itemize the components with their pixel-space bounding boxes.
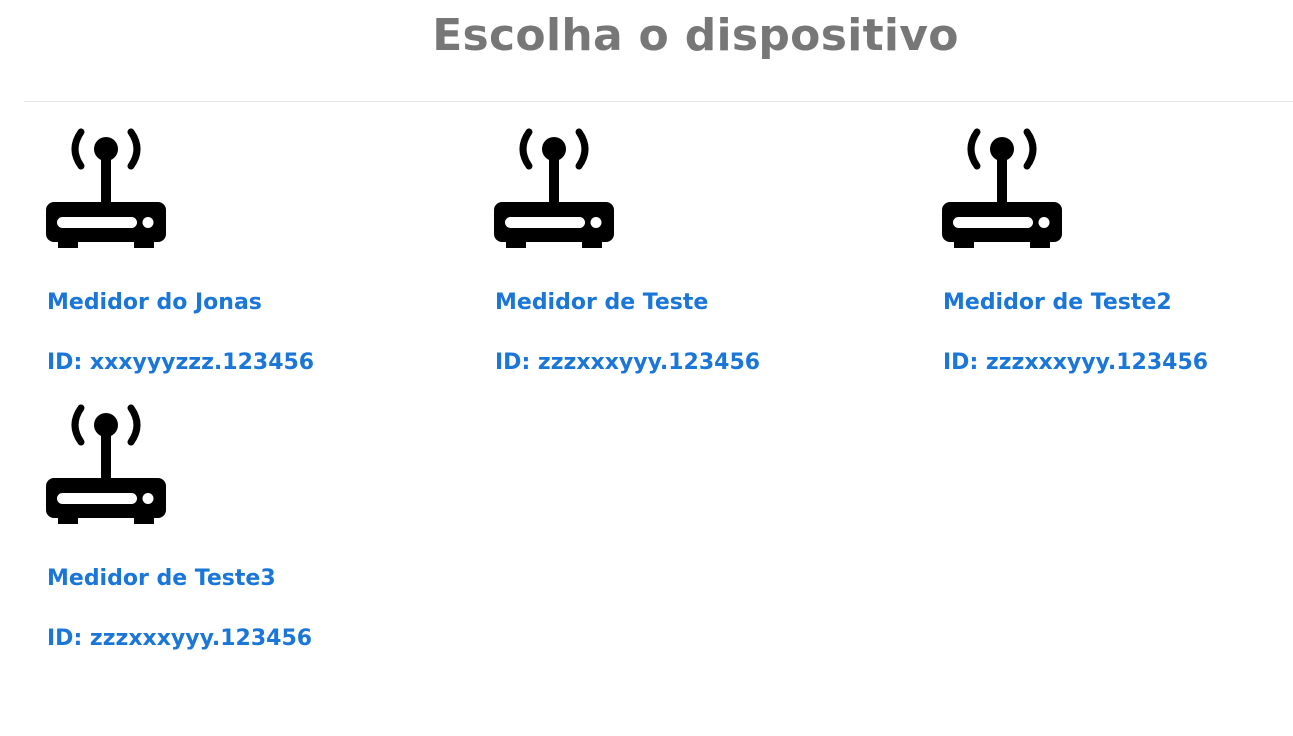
device-card[interactable]: Medidor de Teste2 ID: zzzxxxyyy.123456: [942, 124, 1293, 400]
device-card[interactable]: Medidor do Jonas ID: xxxyyyzzz.123456: [46, 124, 466, 400]
router-icon[interactable]: [494, 124, 614, 248]
device-name-link[interactable]: Medidor de Teste2: [943, 288, 1172, 318]
title-divider: [24, 101, 1293, 102]
device-name-link[interactable]: Medidor de Teste3: [47, 564, 276, 594]
device-id-link[interactable]: ID: zzzxxxyyy.123456: [47, 624, 312, 654]
device-name-link[interactable]: Medidor de Teste: [495, 288, 708, 318]
device-name-link[interactable]: Medidor do Jonas: [47, 288, 262, 318]
router-icon[interactable]: [942, 124, 1062, 248]
device-id-link[interactable]: ID: zzzxxxyyy.123456: [943, 348, 1208, 378]
router-icon[interactable]: [46, 400, 166, 524]
device-id-link[interactable]: ID: zzzxxxyyy.123456: [495, 348, 760, 378]
device-selection-page: Escolha o dispositivo Medidor do Jonas I…: [0, 0, 1293, 736]
device-card[interactable]: Medidor de Teste ID: zzzxxxyyy.123456: [494, 124, 914, 400]
router-icon[interactable]: [46, 124, 166, 248]
page-title: Escolha o dispositivo: [432, 10, 959, 61]
device-id-link[interactable]: ID: xxxyyyzzz.123456: [47, 348, 314, 378]
device-card[interactable]: Medidor de Teste3 ID: zzzxxxyyy.123456: [46, 400, 466, 676]
